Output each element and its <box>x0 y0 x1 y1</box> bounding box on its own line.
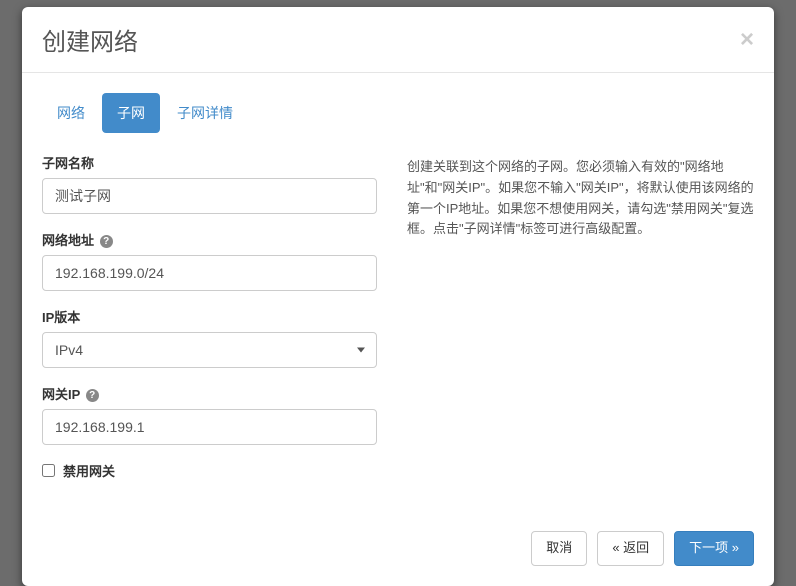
tab-subnet-details-label: 子网详情 <box>162 93 248 133</box>
ip-version-select-wrap: IPv4 <box>42 332 377 368</box>
network-address-label-text: 网络地址 <box>42 233 94 248</box>
network-address-input[interactable] <box>42 255 377 291</box>
close-button[interactable]: × <box>740 28 754 52</box>
tab-network-label: 网络 <box>42 93 100 133</box>
help-text: 创建关联到这个网络的子网。您必须输入有效的"网络地址"和"网关IP"。如果您不输… <box>407 153 754 496</box>
gateway-ip-label: 网关IP ? <box>42 384 377 403</box>
tab-subnet[interactable]: 子网 <box>102 93 160 133</box>
help-icon[interactable]: ? <box>86 389 99 402</box>
gateway-ip-group: 网关IP ? <box>42 384 377 445</box>
help-icon[interactable]: ? <box>100 235 113 248</box>
subnet-name-label: 子网名称 <box>42 153 377 172</box>
disable-gateway-label: 禁用网关 <box>63 461 115 480</box>
content-row: 子网名称 网络地址 ? IP版本 IPv4 <box>42 153 754 496</box>
form-column: 子网名称 网络地址 ? IP版本 IPv4 <box>42 153 377 496</box>
close-icon: × <box>740 26 754 53</box>
ip-version-group: IP版本 IPv4 <box>42 307 377 368</box>
modal-body: 网络 子网 子网详情 子网名称 网络地址 ? <box>22 73 774 516</box>
ip-version-label: IP版本 <box>42 307 377 326</box>
gateway-ip-input[interactable] <box>42 409 377 445</box>
next-button[interactable]: 下一项 » <box>674 531 754 566</box>
back-button[interactable]: « 返回 <box>597 531 664 566</box>
tab-subnet-details[interactable]: 子网详情 <box>162 93 248 133</box>
tab-nav: 网络 子网 子网详情 <box>42 93 754 133</box>
modal-footer: 取消 « 返回 下一项 » <box>22 516 774 586</box>
gateway-ip-label-text: 网关IP <box>42 387 80 402</box>
subnet-name-group: 子网名称 <box>42 153 377 214</box>
disable-gateway-group: 禁用网关 <box>42 461 377 480</box>
tab-network[interactable]: 网络 <box>42 93 100 133</box>
network-address-group: 网络地址 ? <box>42 230 377 291</box>
create-network-modal: 创建网络 × 网络 子网 子网详情 子网名称 <box>22 7 774 586</box>
network-address-label: 网络地址 ? <box>42 230 377 249</box>
modal-header: 创建网络 × <box>22 7 774 73</box>
ip-version-select[interactable]: IPv4 <box>42 332 377 368</box>
disable-gateway-checkbox[interactable] <box>42 464 55 477</box>
subnet-name-input[interactable] <box>42 178 377 214</box>
cancel-button[interactable]: 取消 <box>531 531 587 566</box>
modal-title: 创建网络 <box>42 22 138 57</box>
tab-subnet-label: 子网 <box>102 93 160 133</box>
